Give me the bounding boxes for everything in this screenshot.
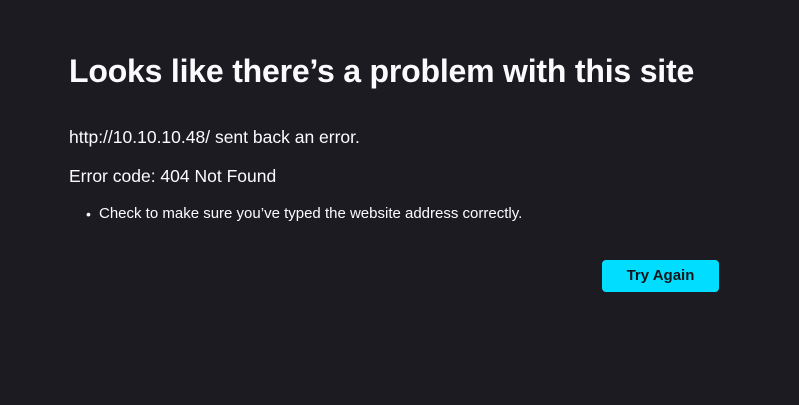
error-page: Looks like there’s a problem with this s… — [0, 0, 799, 405]
suggestion-text: Check to make sure you’ve typed the webs… — [99, 205, 523, 222]
try-again-button[interactable]: Try Again — [602, 260, 719, 292]
list-item: • Check to make sure you’ve typed the we… — [86, 203, 523, 225]
bullet-icon: • — [86, 206, 91, 222]
error-url-message: http://10.10.10.48/ sent back an error. — [69, 127, 360, 147]
suggestion-list: • Check to make sure you’ve typed the we… — [69, 203, 522, 225]
page-title: Looks like there’s a problem with this s… — [69, 53, 695, 89]
error-code: Error code: 404 Not Found — [69, 166, 277, 186]
